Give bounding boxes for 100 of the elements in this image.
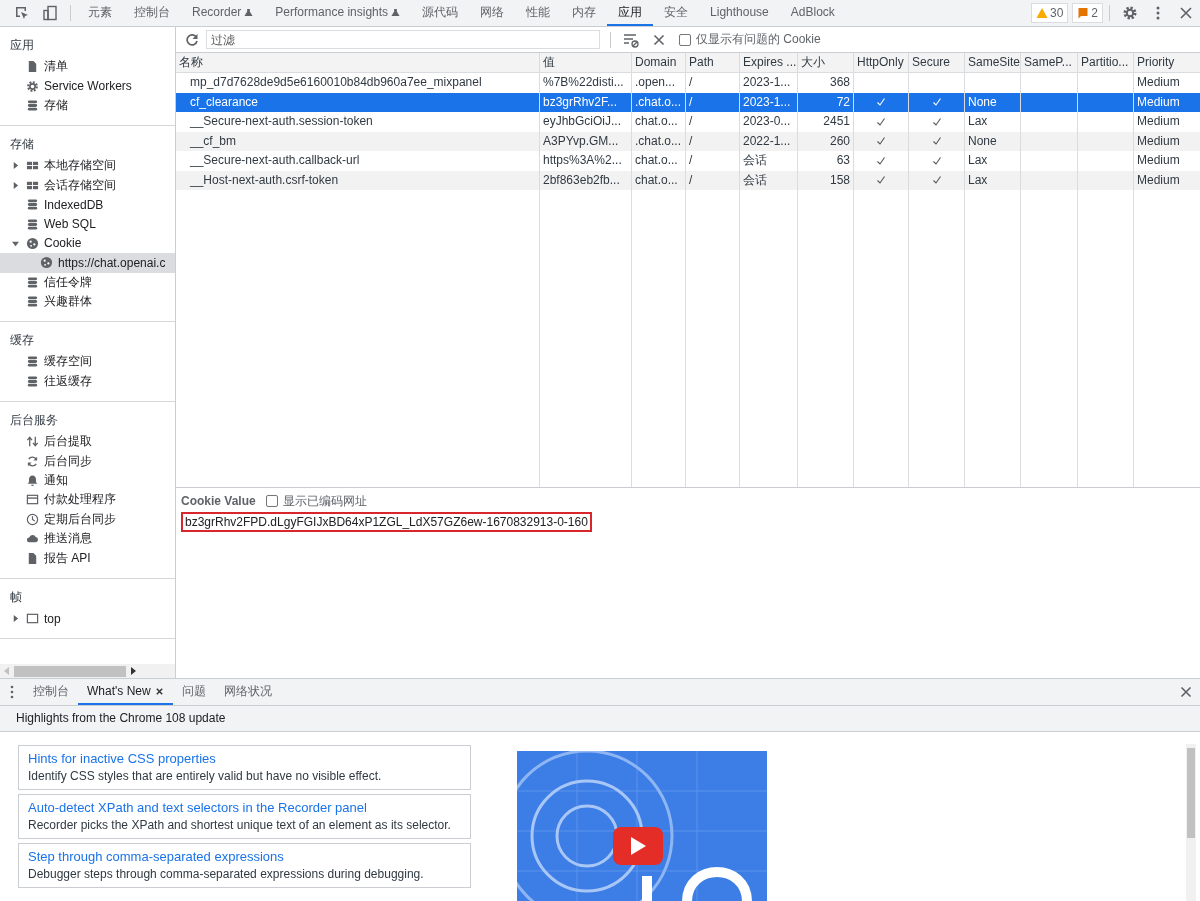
table-cell[interactable]: Medium	[1134, 131, 1200, 151]
inspect-icon[interactable]	[14, 5, 30, 21]
table-cell[interactable]	[854, 92, 909, 112]
table-cell[interactable]: .chat.o...	[632, 92, 686, 112]
table-cell[interactable]	[909, 170, 965, 190]
table-cell[interactable]: Lax	[965, 151, 1021, 171]
table-cell[interactable]: Medium	[1134, 112, 1200, 132]
table-cell[interactable]: .chat.o...	[632, 131, 686, 151]
table-cell[interactable]: Medium	[1134, 170, 1200, 190]
table-cell[interactable]: mp_d7d7628de9d5e6160010b84db960a7ee_mixpanel	[176, 73, 540, 93]
feature-link[interactable]: Hints for inactive CSS properties	[28, 749, 461, 768]
sidebar-item[interactable]: 本地存储空间	[0, 156, 175, 176]
table-cell[interactable]: __Secure-next-auth.session-token	[176, 112, 540, 132]
table-cell[interactable]: 会话	[740, 151, 798, 171]
panel-tab[interactable]: AdBlock	[779, 0, 846, 26]
sidebar-item[interactable]: Web SQL	[0, 214, 175, 234]
table-cell[interactable]: 368	[798, 73, 854, 93]
clear-filtered-icon[interactable]	[623, 31, 639, 48]
more-icon[interactable]	[10, 685, 14, 699]
sidebar-item[interactable]: 存储	[0, 95, 175, 116]
sidebar-item[interactable]: 后台同步	[0, 451, 175, 471]
panel-tab[interactable]: 应用	[607, 0, 654, 26]
table-cell[interactable]	[1021, 170, 1078, 190]
table-cell[interactable]: __Host-next-auth.csrf-token	[176, 170, 540, 190]
table-cell[interactable]: /	[686, 131, 740, 151]
column-header[interactable]: Path	[686, 53, 740, 73]
table-cell[interactable]	[1078, 92, 1134, 112]
table-cell[interactable]: Lax	[965, 170, 1021, 190]
table-cell[interactable]: 2023-0...	[740, 112, 798, 132]
table-cell[interactable]: chat.o...	[632, 151, 686, 171]
column-header[interactable]: 名称	[176, 53, 540, 73]
sidebar-item[interactable]: Cookie	[0, 233, 175, 254]
table-cell[interactable]: cf_clearance	[176, 92, 540, 112]
table-cell[interactable]: __cf_bm	[176, 131, 540, 151]
table-cell[interactable]: 2023-1...	[740, 92, 798, 112]
sidebar-item[interactable]: 清单	[0, 57, 175, 77]
expanded-arrow-icon[interactable]	[12, 239, 19, 247]
panel-tab[interactable]: Recorder	[181, 0, 265, 26]
table-cell[interactable]	[854, 131, 909, 151]
table-cell[interactable]	[1021, 131, 1078, 151]
table-cell[interactable]	[909, 92, 965, 112]
sidebar-item[interactable]: IndexedDB	[0, 194, 175, 215]
table-cell[interactable]: A3PYvp.GM...	[540, 131, 632, 151]
table-cell[interactable]: Medium	[1134, 73, 1200, 93]
table-cell[interactable]: Lax	[965, 112, 1021, 132]
table-cell[interactable]: chat.o...	[632, 170, 686, 190]
sidebar-item[interactable]: 兴趣群体	[0, 291, 175, 312]
sidebar-item[interactable]: top	[0, 608, 175, 629]
feature-link[interactable]: Step through comma-separated expressions	[28, 847, 461, 866]
sidebar-item[interactable]: 后台提取	[0, 432, 175, 452]
panel-tab[interactable]: 元素	[77, 0, 123, 26]
table-cell[interactable]	[1078, 170, 1134, 190]
table-cell[interactable]: None	[965, 92, 1021, 112]
vertical-scrollbar[interactable]	[1186, 744, 1196, 901]
table-cell[interactable]: 260	[798, 131, 854, 151]
sidebar-item[interactable]: https://chat.openai.c	[0, 253, 175, 273]
table-cell[interactable]	[1021, 92, 1078, 112]
table-cell[interactable]	[1078, 131, 1134, 151]
panel-tab[interactable]: 安全	[653, 0, 700, 26]
sidebar-item[interactable]: 往返缓存	[0, 371, 175, 392]
table-cell[interactable]: /	[686, 112, 740, 132]
panel-tab[interactable]: 源代码	[411, 0, 470, 26]
sidebar-item[interactable]: 定期后台同步	[0, 509, 175, 530]
table-cell[interactable]: 会话	[740, 170, 798, 190]
table-cell[interactable]: 63	[798, 151, 854, 171]
collapsed-arrow-icon[interactable]	[12, 162, 19, 170]
panel-tab[interactable]: Lighthouse	[699, 0, 780, 26]
table-cell[interactable]	[854, 170, 909, 190]
checkbox[interactable]	[679, 33, 691, 46]
table-cell[interactable]: Medium	[1134, 151, 1200, 171]
table-cell[interactable]: bz3grRhv2F...	[540, 92, 632, 112]
column-header[interactable]: SameP...	[1021, 53, 1078, 73]
sidebar-item[interactable]: 报告 API	[0, 548, 175, 568]
issues-badge[interactable]: 2	[1072, 3, 1103, 23]
drawer-tab[interactable]: 问题	[172, 679, 215, 705]
column-header[interactable]: Partitio...	[1078, 53, 1134, 73]
refresh-icon[interactable]	[184, 31, 200, 48]
panel-tab[interactable]: 网络	[469, 0, 516, 26]
table-cell[interactable]	[909, 131, 965, 151]
panel-tab[interactable]: 控制台	[123, 0, 181, 26]
table-cell[interactable]: %7B%22disti...	[540, 73, 632, 93]
drawer-tab[interactable]: 网络状况	[214, 679, 281, 705]
scroll-left-icon[interactable]	[4, 667, 10, 675]
column-header[interactable]: 值	[540, 53, 632, 73]
close-icon[interactable]	[1178, 5, 1194, 21]
table-cell[interactable]: 2bf863eb2fb...	[540, 170, 632, 190]
table-cell[interactable]: https%3A%2...	[540, 151, 632, 171]
table-cell[interactable]: Medium	[1134, 92, 1200, 112]
device-icon[interactable]	[42, 5, 58, 21]
drawer-tab[interactable]: 控制台	[24, 679, 78, 705]
sidebar-item[interactable]: Service Workers	[0, 76, 175, 96]
panel-tab[interactable]: Performance insights	[264, 0, 412, 26]
sidebar-item[interactable]: 付款处理程序	[0, 490, 175, 510]
horizontal-scrollbar[interactable]	[0, 664, 175, 678]
sidebar-item[interactable]: 信任令牌	[0, 272, 175, 292]
table-cell[interactable]: eyJhbGciOiJ...	[540, 112, 632, 132]
close-icon[interactable]	[1178, 684, 1194, 700]
collapsed-arrow-icon[interactable]	[12, 181, 19, 189]
filter-field[interactable]: 过滤	[206, 30, 600, 49]
table-cell[interactable]: 2023-1...	[740, 73, 798, 93]
